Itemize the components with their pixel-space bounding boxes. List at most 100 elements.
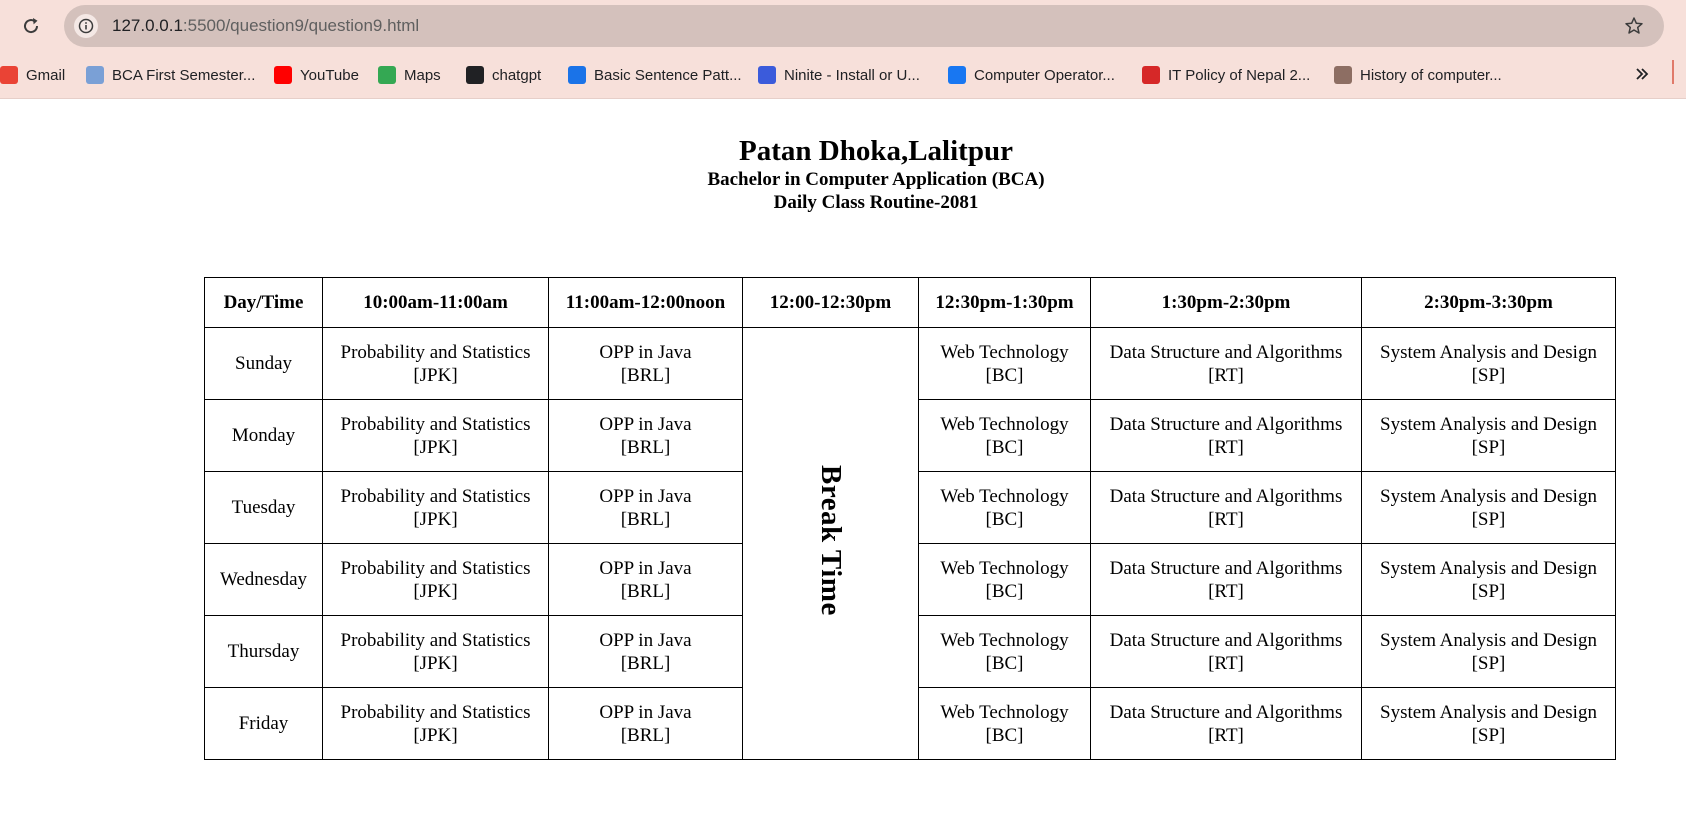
bookmark-item[interactable]: Gmail xyxy=(0,62,65,88)
class-cell-subject: OPP in Java xyxy=(599,629,692,651)
class-cell-teacher: [SP] xyxy=(1471,580,1506,602)
class-cell: Web Technology [BC] xyxy=(918,327,1091,400)
class-cell: Web Technology [BC] xyxy=(918,543,1091,616)
class-cell: Probability and Statistics [JPK] xyxy=(322,327,549,400)
header-row: Day/Time 10:00am-11:00am 11:00am-12:00no… xyxy=(204,277,1616,328)
class-cell: System Analysis and Design [SP] xyxy=(1361,543,1616,616)
class-cell-subject: Probability and Statistics xyxy=(340,629,531,651)
facebook-icon xyxy=(948,66,966,84)
header-day-time: Day/Time xyxy=(204,277,323,328)
bookmark-item[interactable]: IT Policy of Nepal 2... xyxy=(1142,62,1310,88)
bookmark-star-icon[interactable] xyxy=(1622,14,1646,38)
bookmark-label: Gmail xyxy=(26,66,66,84)
class-cell-teacher: [BC] xyxy=(985,364,1024,386)
routine-title: Daily Class Routine-2081 xyxy=(773,192,979,213)
class-cell: Data Structure and Algorithms [RT] xyxy=(1090,543,1362,616)
class-cell-subject: Web Technology xyxy=(940,485,1069,507)
class-cell: OPP in Java [BRL] xyxy=(548,399,743,472)
class-cell-teacher: [BRL] xyxy=(620,652,671,674)
class-cell: OPP in Java [BRL] xyxy=(548,327,743,400)
class-cell-teacher: [SP] xyxy=(1471,508,1506,530)
class-cell-teacher: [JPK] xyxy=(413,436,458,458)
class-cell-teacher: [JPK] xyxy=(413,364,458,386)
day-cell: Tuesday xyxy=(204,471,323,544)
class-cell-subject: Web Technology xyxy=(940,341,1069,363)
class-cell-subject: Web Technology xyxy=(940,413,1069,435)
day-cell: Sunday xyxy=(204,327,323,400)
bookmark-item[interactable]: History of computer... xyxy=(1334,62,1502,88)
news-icon xyxy=(1142,66,1160,84)
bookmark-label: Computer Operator... xyxy=(974,66,1115,84)
class-cell-subject: System Analysis and Design xyxy=(1380,485,1597,507)
infinity-icon xyxy=(568,66,586,84)
page-heading: Patan Dhoka,Lalitpur Bachelor in Compute… xyxy=(0,134,1686,214)
site-info-icon[interactable] xyxy=(74,14,98,38)
class-cell-teacher: [RT] xyxy=(1208,436,1244,458)
ninite-icon xyxy=(758,66,776,84)
class-cell-subject: Web Technology xyxy=(940,701,1069,723)
bookmark-label: Maps xyxy=(404,66,441,84)
header-slot-1: 10:00am-11:00am xyxy=(322,277,549,328)
url-text[interactable]: 127.0.0.1:5500/question9/question9.html xyxy=(112,5,419,47)
bookmark-label: BCA First Semester... xyxy=(112,66,256,84)
bookmark-item[interactable]: Maps xyxy=(378,62,441,88)
class-cell-subject: OPP in Java xyxy=(599,341,692,363)
class-cell-teacher: [JPK] xyxy=(413,580,458,602)
class-cell-teacher: [BRL] xyxy=(620,724,671,746)
class-cell: OPP in Java [BRL] xyxy=(548,471,743,544)
bookmark-label: Basic Sentence Patt... xyxy=(594,66,742,84)
class-cell: System Analysis and Design [SP] xyxy=(1361,687,1616,760)
class-cell-teacher: [BC] xyxy=(985,580,1024,602)
class-cell-teacher: [RT] xyxy=(1208,652,1244,674)
header-slot-2: 11:00am-12:00noon xyxy=(548,277,743,328)
browser-toolbar: 127.0.0.1:5500/question9/question9.html xyxy=(0,0,1686,52)
class-cell-teacher: [BRL] xyxy=(620,364,671,386)
class-cell-teacher: [JPK] xyxy=(413,724,458,746)
class-cell: System Analysis and Design [SP] xyxy=(1361,471,1616,544)
class-cell: Web Technology [BC] xyxy=(918,687,1091,760)
class-cell-subject: System Analysis and Design xyxy=(1380,413,1597,435)
class-cell-subject: Data Structure and Algorithms xyxy=(1109,485,1343,507)
class-cell-teacher: [JPK] xyxy=(413,652,458,674)
class-cell-subject: Web Technology xyxy=(940,629,1069,651)
class-cell: System Analysis and Design [SP] xyxy=(1361,327,1616,400)
class-cell: OPP in Java [BRL] xyxy=(548,615,743,688)
header-slot-break: 12:00-12:30pm xyxy=(742,277,919,328)
url-path: :5500/question9/question9.html xyxy=(182,16,420,35)
address-bar[interactable]: 127.0.0.1:5500/question9/question9.html xyxy=(64,5,1664,47)
bookmark-item[interactable]: BCA First Semester... xyxy=(86,62,255,88)
bookmark-item[interactable]: chatgpt xyxy=(466,62,541,88)
class-cell-teacher: [RT] xyxy=(1208,364,1244,386)
class-cell: Probability and Statistics [JPK] xyxy=(322,687,549,760)
bookmark-label: Ninite - Install or U... xyxy=(784,66,920,84)
class-cell-subject: OPP in Java xyxy=(599,557,692,579)
class-cell-subject: Probability and Statistics xyxy=(340,341,531,363)
class-cell: Probability and Statistics [JPK] xyxy=(322,399,549,472)
class-cell: System Analysis and Design [SP] xyxy=(1361,399,1616,472)
maps-icon xyxy=(378,66,396,84)
reload-icon[interactable] xyxy=(18,13,44,39)
table-row: Sunday Probability and Statistics [JPK] OPP… xyxy=(204,327,1616,760)
class-cell: OPP in Java [BRL] xyxy=(548,543,743,616)
class-cell: Probability and Statistics [JPK] xyxy=(322,615,549,688)
class-cell: Probability and Statistics [JPK] xyxy=(322,543,549,616)
bookmark-item[interactable]: Computer Operator... xyxy=(948,62,1115,88)
bookmark-item[interactable]: Basic Sentence Patt... xyxy=(568,62,742,88)
more-bookmarks-icon[interactable] xyxy=(1630,62,1654,86)
class-cell-teacher: [SP] xyxy=(1471,364,1506,386)
url-host: 127.0.0.1 xyxy=(112,16,183,35)
class-cell-subject: OPP in Java xyxy=(599,413,692,435)
page-subtitle: Bachelor in Computer Application (BCA) xyxy=(707,169,1045,190)
class-cell-teacher: [BRL] xyxy=(620,580,671,602)
class-cell-subject: Data Structure and Algorithms xyxy=(1109,557,1343,579)
break-time-cell: Break Time xyxy=(742,327,919,760)
bookmark-item[interactable]: Ninite - Install or U... xyxy=(758,62,920,88)
header-slot-4: 12:30pm-1:30pm xyxy=(918,277,1091,328)
bookmark-label: History of computer... xyxy=(1360,66,1502,84)
class-cell-subject: Data Structure and Algorithms xyxy=(1109,701,1343,723)
class-cell-subject: Web Technology xyxy=(940,557,1069,579)
bookmark-item[interactable]: YouTube xyxy=(274,62,359,88)
class-cell-subject: Data Structure and Algorithms xyxy=(1109,629,1343,651)
class-cell: System Analysis and Design [SP] xyxy=(1361,615,1616,688)
class-cell-subject: Probability and Statistics xyxy=(340,701,531,723)
